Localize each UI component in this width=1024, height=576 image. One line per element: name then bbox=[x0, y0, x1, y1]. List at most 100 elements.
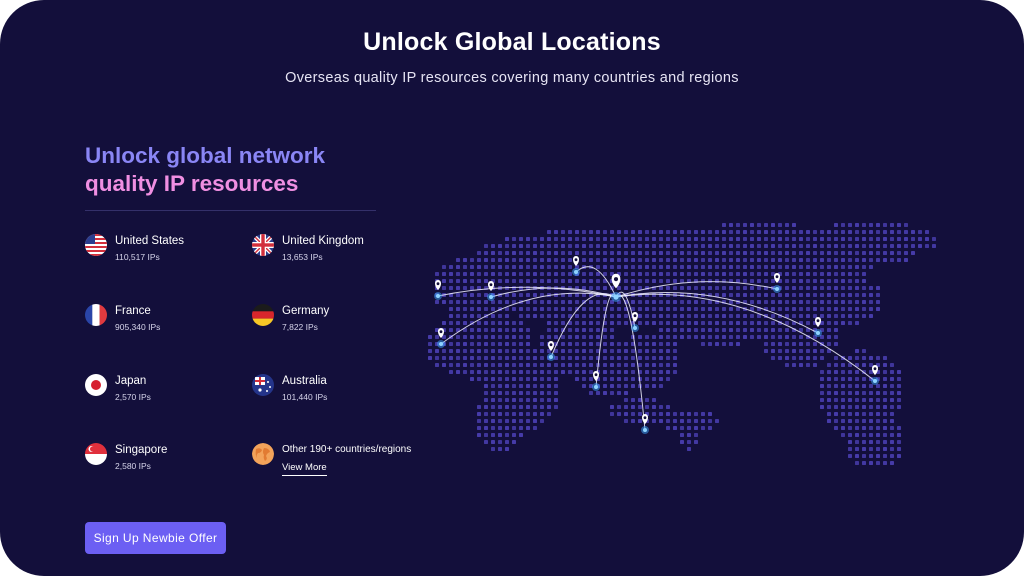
map-dot bbox=[638, 279, 642, 283]
map-dot bbox=[519, 307, 523, 311]
map-dot bbox=[470, 307, 474, 311]
map-dot bbox=[666, 265, 670, 269]
map-dot bbox=[897, 440, 901, 444]
map-dot bbox=[883, 447, 887, 451]
map-dot bbox=[575, 230, 579, 234]
map-dot bbox=[701, 300, 705, 304]
map-dot bbox=[701, 342, 705, 346]
map-dot bbox=[750, 272, 754, 276]
map-dot bbox=[463, 335, 467, 339]
map-dot bbox=[708, 328, 712, 332]
map-dot bbox=[771, 321, 775, 325]
map-dot bbox=[736, 258, 740, 262]
map-dot bbox=[729, 321, 733, 325]
map-dot bbox=[848, 293, 852, 297]
map-dot bbox=[820, 377, 824, 381]
map-dot bbox=[561, 363, 565, 367]
map-dot bbox=[890, 251, 894, 255]
map-dot bbox=[834, 279, 838, 283]
map-dot bbox=[708, 335, 712, 339]
map-dot bbox=[890, 412, 894, 416]
map-dot bbox=[715, 258, 719, 262]
map-dot bbox=[554, 251, 558, 255]
map-dot bbox=[771, 244, 775, 248]
map-dot bbox=[610, 412, 614, 416]
map-dot bbox=[666, 272, 670, 276]
map-dot bbox=[491, 314, 495, 318]
map-dot bbox=[750, 314, 754, 318]
map-dot bbox=[862, 279, 866, 283]
map-dot bbox=[449, 356, 453, 360]
map-dot bbox=[435, 300, 439, 304]
map-dot bbox=[456, 286, 460, 290]
map-dot bbox=[624, 349, 628, 353]
map-dot bbox=[596, 321, 600, 325]
map-dot bbox=[540, 419, 544, 423]
map-dot bbox=[596, 300, 600, 304]
map-dot bbox=[477, 363, 481, 367]
map-dot bbox=[673, 335, 677, 339]
map-dot bbox=[820, 237, 824, 241]
map-dot bbox=[883, 237, 887, 241]
map-dot bbox=[554, 328, 558, 332]
map-dot bbox=[456, 272, 460, 276]
map-dot bbox=[869, 405, 873, 409]
map-dot bbox=[792, 251, 796, 255]
map-dot bbox=[701, 230, 705, 234]
map-dot bbox=[792, 314, 796, 318]
map-dot bbox=[589, 335, 593, 339]
map-dot bbox=[582, 356, 586, 360]
map-dot bbox=[498, 384, 502, 388]
map-dot bbox=[491, 412, 495, 416]
map-dot bbox=[603, 230, 607, 234]
map-dot bbox=[526, 370, 530, 374]
map-dot bbox=[785, 230, 789, 234]
map-dot bbox=[659, 370, 663, 374]
map-dot bbox=[673, 286, 677, 290]
map-dot bbox=[526, 272, 530, 276]
map-dot bbox=[876, 426, 880, 430]
map-dot bbox=[694, 286, 698, 290]
map-dot bbox=[463, 307, 467, 311]
map-dot bbox=[848, 384, 852, 388]
map-dot bbox=[687, 314, 691, 318]
map-dot bbox=[652, 300, 656, 304]
location-pin-icon bbox=[434, 280, 442, 300]
map-dot bbox=[841, 272, 845, 276]
map-dot bbox=[792, 307, 796, 311]
map-dot bbox=[652, 356, 656, 360]
map-dot bbox=[589, 272, 593, 276]
map-dot bbox=[764, 293, 768, 297]
map-dot bbox=[806, 244, 810, 248]
map-dot bbox=[498, 419, 502, 423]
map-dot bbox=[785, 286, 789, 290]
map-dot bbox=[512, 342, 516, 346]
map-dot bbox=[729, 335, 733, 339]
map-dot bbox=[918, 244, 922, 248]
map-dot bbox=[834, 398, 838, 402]
map-dot bbox=[890, 370, 894, 374]
map-dot bbox=[568, 349, 572, 353]
map-dot bbox=[750, 321, 754, 325]
map-dot bbox=[666, 349, 670, 353]
map-dot bbox=[883, 419, 887, 423]
map-dot bbox=[680, 307, 684, 311]
map-dot bbox=[491, 356, 495, 360]
map-dot bbox=[673, 265, 677, 269]
map-dot bbox=[610, 307, 614, 311]
map-dot bbox=[477, 328, 481, 332]
map-dot bbox=[701, 321, 705, 325]
map-dot bbox=[750, 237, 754, 241]
map-dot bbox=[764, 230, 768, 234]
map-dot bbox=[533, 426, 537, 430]
map-dot bbox=[547, 307, 551, 311]
map-dot bbox=[708, 244, 712, 248]
map-dot bbox=[862, 398, 866, 402]
map-dot bbox=[610, 258, 614, 262]
map-dot bbox=[778, 258, 782, 262]
map-dot bbox=[799, 244, 803, 248]
map-dot bbox=[673, 279, 677, 283]
map-dot bbox=[827, 335, 831, 339]
map-dot bbox=[484, 321, 488, 325]
map-dot bbox=[456, 349, 460, 353]
